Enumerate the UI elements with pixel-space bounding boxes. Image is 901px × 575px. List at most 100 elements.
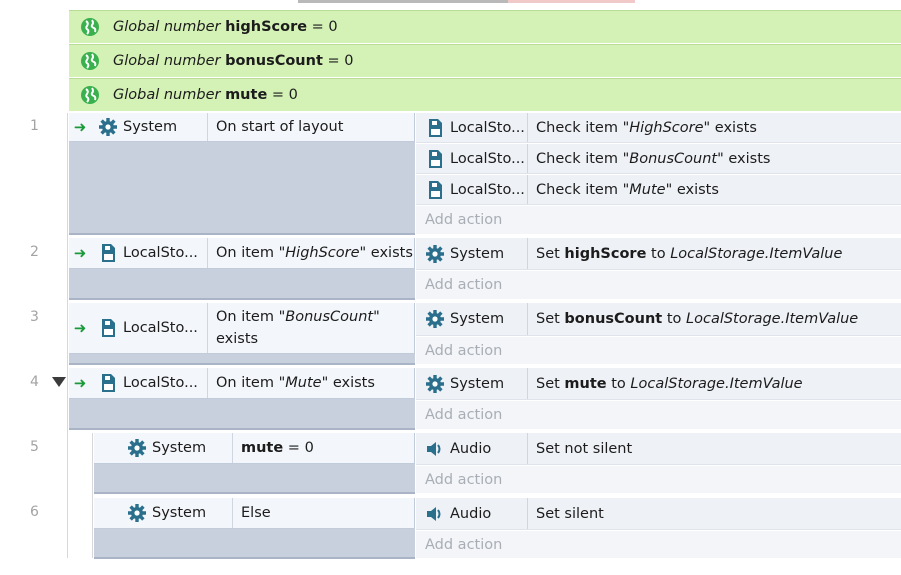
condition-object-label: System	[152, 440, 207, 456]
action-object-label: System	[450, 245, 505, 262]
global-variable-mute[interactable]: Global number mute = 0	[69, 78, 901, 111]
action-text: Set highScore to LocalStorage.ItemValue	[536, 245, 843, 262]
action-row[interactable]: LocalSto... Check item "HighScore" exist…	[416, 113, 901, 143]
condition-text: Else	[241, 505, 271, 521]
action-object-label: LocalSto...	[450, 150, 525, 167]
gear-icon	[126, 502, 148, 524]
action-text: Set silent	[536, 505, 604, 522]
action-row[interactable]: Audio Set not silent	[416, 433, 901, 465]
add-action-link[interactable]: Add action	[416, 271, 901, 299]
trigger-arrow-icon: ➜	[73, 374, 87, 392]
action-text: Check item "Mute" exists	[536, 181, 719, 198]
condition-object: System	[91, 113, 208, 141]
global-prefix: Global number	[113, 53, 221, 69]
speaker-icon	[424, 438, 446, 460]
condition-row[interactable]: ➜ LocalSto... On item "HighScore" exists	[69, 238, 415, 269]
condition-text: On item "BonusCount" exists	[216, 309, 380, 347]
gear-icon	[424, 243, 446, 265]
global-name: mute	[225, 87, 268, 103]
condition-row[interactable]: System mute = 0	[94, 433, 415, 464]
event-number: 2	[30, 244, 39, 260]
global-value: = 0	[311, 19, 338, 35]
top-strip-gray	[298, 0, 508, 3]
global-value: = 0	[327, 53, 354, 69]
action-object: Audio	[416, 498, 528, 529]
trigger-arrow-icon: ➜	[73, 244, 87, 262]
event-number: 6	[30, 504, 39, 520]
global-variable-bonuscount[interactable]: Global number bonusCount = 0	[69, 44, 901, 77]
condition-row[interactable]: ➜ System On start of layout	[69, 113, 415, 142]
action-object-label: Audio	[450, 505, 492, 522]
global-name: highScore	[225, 19, 308, 35]
action-object-label: LocalSto...	[450, 181, 525, 198]
local-storage-icon	[97, 242, 119, 264]
action-object: System	[416, 303, 528, 335]
add-action-link[interactable]: Add action	[416, 401, 901, 429]
action-object: System	[416, 368, 528, 399]
condition-object-label: LocalSto...	[123, 320, 198, 336]
trigger-arrow-icon: ➜	[73, 319, 87, 337]
sub-event-gutter-line	[92, 433, 93, 558]
local-storage-icon	[424, 148, 446, 170]
local-storage-icon	[97, 317, 119, 339]
action-object-label: System	[450, 375, 505, 392]
condition-object: System	[94, 433, 233, 463]
add-action-link[interactable]: Add action	[416, 337, 901, 364]
event-number: 3	[30, 309, 39, 325]
action-text: Check item "HighScore" exists	[536, 119, 757, 136]
local-storage-icon	[97, 372, 119, 394]
global-name: bonusCount	[225, 53, 323, 69]
trigger-arrow-icon: ➜	[73, 118, 87, 136]
action-row[interactable]: LocalSto... Check item "BonusCount" exis…	[416, 144, 901, 174]
add-action-link[interactable]: Add action	[416, 531, 901, 558]
condition-text: On item "HighScore" exists	[216, 245, 413, 261]
global-value: = 0	[271, 87, 298, 103]
condition-object: System	[94, 498, 233, 528]
globe-icon	[79, 16, 101, 38]
action-row[interactable]: System Set highScore to LocalStorage.Ite…	[416, 238, 901, 270]
action-object: LocalSto...	[416, 113, 528, 142]
action-object-label: Audio	[450, 440, 492, 457]
event-number: 5	[30, 439, 39, 455]
gear-icon	[126, 437, 148, 459]
action-text: Set mute to LocalStorage.ItemValue	[536, 375, 803, 392]
local-storage-icon	[424, 179, 446, 201]
global-variable-highscore[interactable]: Global number highScore = 0	[69, 10, 901, 43]
globe-icon	[79, 84, 101, 106]
action-text: Check item "BonusCount" exists	[536, 150, 771, 167]
action-row[interactable]: Audio Set silent	[416, 498, 901, 530]
gear-icon	[97, 116, 119, 138]
condition-text: mute = 0	[241, 440, 314, 456]
speaker-icon	[424, 503, 446, 525]
collapse-toggle-icon[interactable]	[52, 377, 66, 387]
condition-row[interactable]: ➜ LocalSto... On item "BonusCount" exists	[69, 303, 415, 354]
globe-icon	[79, 50, 101, 72]
action-text: Set bonusCount to LocalStorage.ItemValue	[536, 311, 859, 327]
condition-text: On start of layout	[216, 119, 344, 135]
action-row[interactable]: LocalSto... Check item "Mute" exists	[416, 175, 901, 205]
condition-text: On item "Mute" exists	[216, 375, 375, 391]
add-action-link[interactable]: Add action	[416, 206, 901, 234]
gear-icon	[424, 308, 446, 330]
condition-object-label: System	[123, 119, 178, 135]
action-object: LocalSto...	[416, 175, 528, 204]
event-gutter-line	[67, 113, 68, 558]
condition-object-label: System	[152, 505, 207, 521]
action-object: LocalSto...	[416, 144, 528, 173]
action-object-label: System	[450, 311, 505, 327]
condition-object: LocalSto...	[91, 238, 208, 268]
condition-row[interactable]: ➜ LocalSto... On item "Mute" exists	[69, 368, 415, 399]
action-object: System	[416, 238, 528, 269]
action-row[interactable]: System Set mute to LocalStorage.ItemValu…	[416, 368, 901, 400]
add-action-link[interactable]: Add action	[416, 466, 901, 493]
action-object: Audio	[416, 433, 528, 464]
condition-object: LocalSto...	[91, 303, 208, 353]
global-prefix: Global number	[113, 19, 221, 35]
condition-row[interactable]: System Else	[94, 498, 415, 529]
event-number: 1	[30, 118, 39, 134]
gear-icon	[424, 373, 446, 395]
action-text: Set not silent	[536, 440, 633, 457]
action-row[interactable]: System Set bonusCount to LocalStorage.It…	[416, 303, 901, 336]
condition-object-label: LocalSto...	[123, 375, 198, 391]
condition-object-label: LocalSto...	[123, 245, 198, 261]
